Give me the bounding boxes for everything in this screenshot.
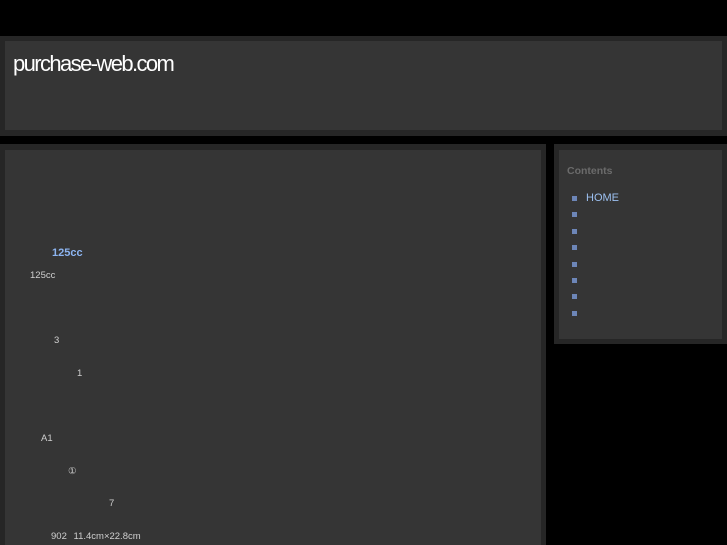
square-bullet-icon	[572, 228, 577, 234]
article-text-line: A1	[41, 433, 53, 444]
main-content: 125cc 125cc 3 1 A1 ① 7 902 11.4cm×22.8cm	[0, 144, 546, 545]
square-bullet-icon	[572, 212, 577, 218]
sidebar-item[interactable]	[572, 239, 619, 255]
sidebar-item-label[interactable]: HOME	[586, 192, 619, 204]
sidebar-item[interactable]	[572, 272, 619, 288]
sidebar-item-home[interactable]: HOME	[572, 190, 619, 206]
article-text-line: 7	[109, 498, 115, 509]
square-bullet-icon	[572, 261, 577, 267]
site-title[interactable]: purchase-web.com	[13, 51, 175, 77]
sidebar-heading: Contents	[567, 165, 613, 177]
header: purchase-web.com	[0, 36, 727, 136]
square-bullet-icon	[572, 245, 577, 251]
sidebar-item[interactable]	[572, 288, 619, 304]
sidebar-panel: Contents HOME	[559, 150, 722, 339]
header-panel: purchase-web.com	[5, 41, 722, 130]
article-text-line: 902 11.4cm×22.8cm	[51, 531, 141, 542]
article-panel: 125cc 125cc 3 1 A1 ① 7 902 11.4cm×22.8cm	[5, 150, 541, 545]
article-text-line: 1	[77, 368, 83, 379]
square-bullet-icon	[572, 294, 577, 300]
page: purchase-web.com 125cc 125cc 3 1 A1 ① 7 …	[0, 0, 727, 545]
sidebar: Contents HOME	[554, 144, 727, 344]
article-title: 125cc	[52, 247, 83, 259]
sidebar-item[interactable]	[572, 305, 619, 321]
sidebar-item[interactable]	[572, 206, 619, 222]
article-text-line: ①	[68, 466, 77, 477]
sidebar-item[interactable]	[572, 223, 619, 239]
article-text-line: 3	[54, 335, 60, 346]
article-text-line: 125cc	[30, 270, 56, 281]
square-bullet-icon	[572, 196, 577, 201]
square-bullet-icon	[572, 310, 577, 316]
square-bullet-icon	[572, 277, 577, 283]
sidebar-menu: HOME	[572, 190, 619, 321]
sidebar-item[interactable]	[572, 256, 619, 272]
